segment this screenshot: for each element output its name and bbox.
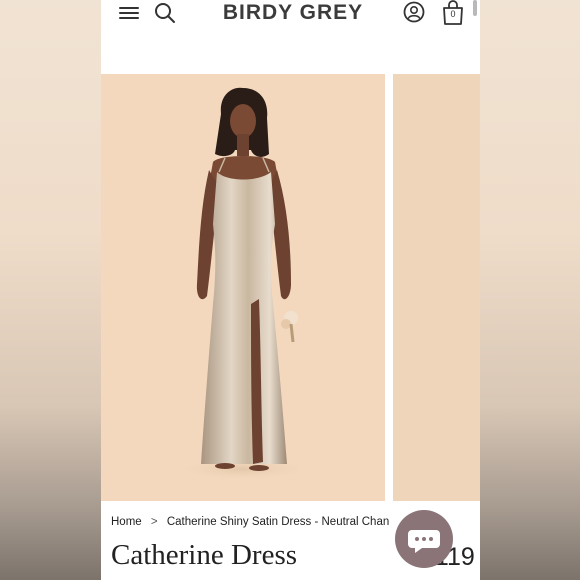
product-image-carousel[interactable] (101, 74, 480, 501)
chat-icon (408, 530, 440, 553)
account-icon[interactable] (403, 1, 425, 23)
product-title: Catherine Dress (111, 539, 298, 571)
background-blur-left (0, 0, 101, 580)
cart-icon[interactable]: 0 (441, 0, 465, 26)
phone-screen: BIRDY GREY 0 Home > Catherine Shiny Sati… (101, 0, 480, 580)
search-icon[interactable] (154, 2, 176, 24)
breadcrumb: Home > Catherine Shiny Satin Dress - Neu… (111, 516, 389, 528)
breadcrumb-current: Catherine Shiny Satin Dress - Neutral Ch… (166, 516, 390, 528)
model-in-dress-illustration (173, 87, 313, 481)
scrollbar[interactable] (473, 0, 477, 16)
breadcrumb-home-link[interactable]: Home (111, 516, 142, 528)
brand-logo[interactable]: BIRDY GREY (219, 0, 367, 26)
product-image[interactable] (101, 74, 385, 501)
background-blur-right (480, 0, 580, 580)
chat-button[interactable] (395, 510, 453, 568)
breadcrumb-separator: > (150, 516, 158, 528)
menu-icon[interactable] (119, 4, 139, 22)
next-product-image[interactable] (393, 74, 480, 501)
site-header: BIRDY GREY 0 (101, 0, 480, 28)
cart-count: 0 (450, 9, 456, 19)
